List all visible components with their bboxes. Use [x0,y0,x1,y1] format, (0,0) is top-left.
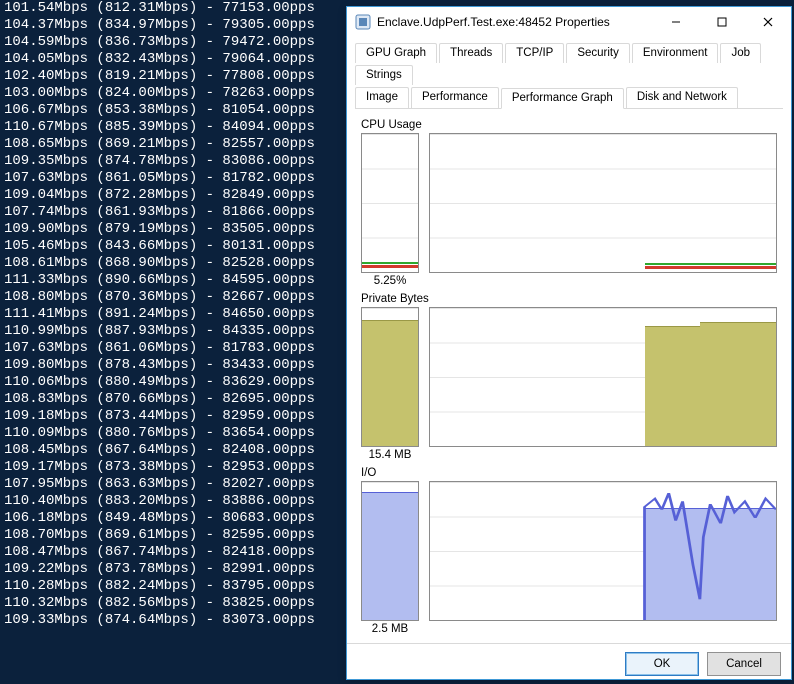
cpu-value: 5.25% [361,275,419,287]
titlebar[interactable]: Enclave.UdpPerf.Test.exe:48452 Propertie… [347,7,791,37]
pbytes-label: Private Bytes [361,293,777,305]
pbytes-mini-chart [361,307,419,447]
cpu-section: CPU Usage 5.25% [361,119,777,287]
io-label: I/O [361,467,777,479]
cpu-mini-chart [361,133,419,273]
io-value: 2.5 MB [361,623,419,635]
window-title: Enclave.UdpPerf.Test.exe:48452 Propertie… [377,15,653,29]
maximize-button[interactable] [699,7,745,37]
tab-gpu-graph[interactable]: GPU Graph [355,43,437,63]
cpu-history-chart [429,133,777,273]
tab-environment[interactable]: Environment [632,43,719,63]
properties-window: Enclave.UdpPerf.Test.exe:48452 Propertie… [346,6,792,680]
private-bytes-section: Private Bytes 15.4 MB [361,293,777,461]
tabstrip: GPU GraphThreadsTCP/IPSecurityEnvironmen… [355,41,783,109]
io-section: I/O 2.5 MB [361,467,777,635]
app-icon [355,14,371,30]
tab-disk-and-network[interactable]: Disk and Network [626,87,738,108]
dialog-footer: OK Cancel [347,643,791,684]
cancel-button[interactable]: Cancel [707,652,781,676]
ok-button[interactable]: OK [625,652,699,676]
pbytes-history-chart [429,307,777,447]
tab-performance[interactable]: Performance [411,87,499,108]
io-history-chart [429,481,777,621]
tab-job[interactable]: Job [720,43,761,63]
tab-content: CPU Usage 5.25% Private Bytes [347,109,791,643]
close-button[interactable] [745,7,791,37]
tab-tcp-ip[interactable]: TCP/IP [505,43,564,63]
tab-image[interactable]: Image [355,87,409,108]
tab-strings[interactable]: Strings [355,65,413,85]
tab-security[interactable]: Security [566,43,630,63]
tab-threads[interactable]: Threads [439,43,503,63]
cpu-label: CPU Usage [361,119,777,131]
io-mini-chart [361,481,419,621]
minimize-button[interactable] [653,7,699,37]
pbytes-value: 15.4 MB [361,449,419,461]
tab-performance-graph[interactable]: Performance Graph [501,88,624,109]
